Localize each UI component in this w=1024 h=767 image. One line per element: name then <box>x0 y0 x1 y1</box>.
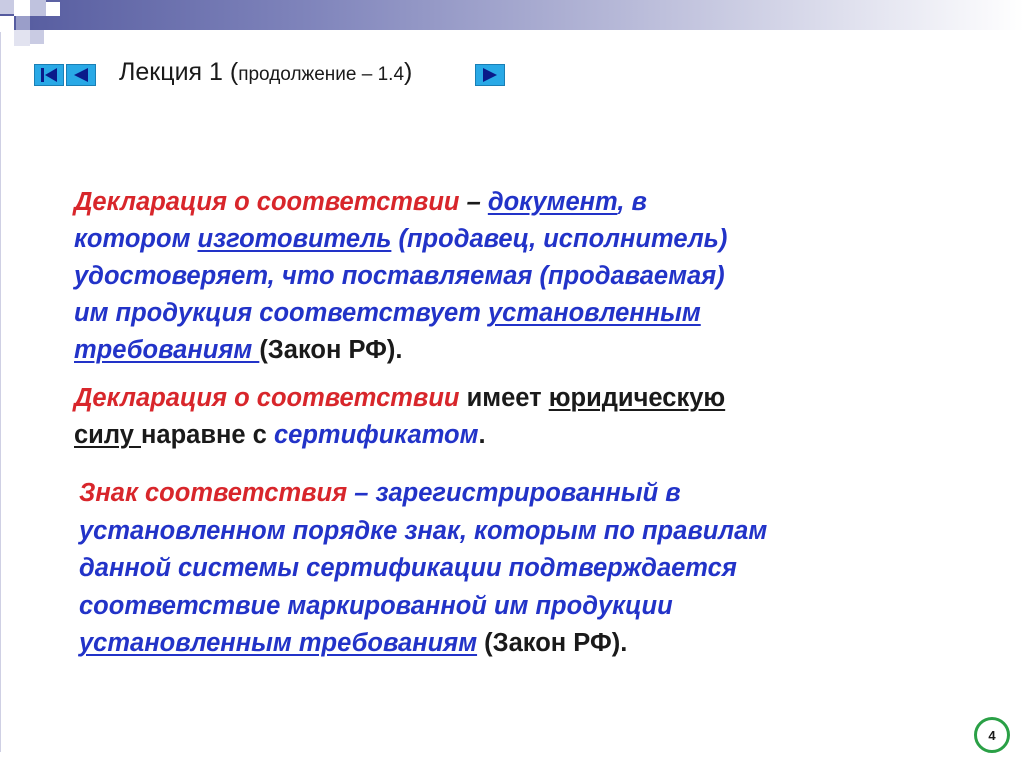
declaration-legal-force: Декларация о соответствии имеет юридичес… <box>74 380 725 454</box>
text-fragment: имеет <box>459 384 549 412</box>
text-line: им продукция соответствует установленным <box>74 295 727 332</box>
decor-square <box>14 30 30 46</box>
link-document[interactable]: документ <box>488 188 618 216</box>
text-fragment: , в <box>617 188 647 216</box>
decor-square <box>16 16 30 30</box>
text-line: Знак соответствия – зарегистрированный в <box>79 475 767 513</box>
triangle-right-icon <box>483 68 497 82</box>
link-legal[interactable]: юридическую <box>549 384 725 412</box>
nav-prev-button[interactable] <box>66 64 96 86</box>
nav-first-button[interactable] <box>34 64 64 86</box>
link-established[interactable]: установленным <box>488 299 701 327</box>
link-force[interactable]: силу <box>74 421 141 449</box>
declaration-definition: Декларация о соответствии – документ, в … <box>74 184 727 369</box>
text-line: установленным требованиям (Закон РФ). <box>79 625 767 663</box>
link-manufacturer[interactable]: изготовитель <box>198 225 392 253</box>
nav-next-button[interactable] <box>475 64 505 86</box>
title-close: ) <box>404 58 413 86</box>
skip-to-first-icon <box>41 68 57 82</box>
dash: – <box>459 188 488 216</box>
left-divider <box>0 32 1 752</box>
decor-square <box>0 16 14 30</box>
title-subtitle: продолжение – 1.4 <box>238 64 405 85</box>
decor-square <box>30 0 46 16</box>
header-band <box>0 0 1024 30</box>
term-declaration: Декларация о соответствии <box>74 188 460 216</box>
page-number-badge: 4 <box>974 717 1010 753</box>
decor-square <box>0 0 14 14</box>
text-line: требованиям (Закон РФ). <box>74 332 727 369</box>
law-reference: (Закон РФ). <box>259 336 403 364</box>
text-line: удостоверяет, что поставляемая (продавае… <box>74 262 725 290</box>
decor-square <box>30 30 44 44</box>
law-reference: (Закон РФ). <box>477 629 628 657</box>
text-fragment: наравне с <box>141 421 274 449</box>
title-main: Лекция 1 ( <box>119 58 239 86</box>
term-conformity-mark: Знак соответствия <box>79 479 348 507</box>
text-fragment: им продукция соответствует <box>74 299 488 327</box>
conformity-mark-definition: Знак соответствия – зарегистрированный в… <box>79 475 767 663</box>
decor-square <box>46 2 60 16</box>
text-fragment: котором <box>74 225 198 253</box>
text-line: Декларация о соответствии имеет юридичес… <box>74 380 725 417</box>
text-line: силу наравне с сертификатом. <box>74 417 725 454</box>
text-fragment: . <box>478 421 486 449</box>
text-fragment: – зарегистрированный в <box>347 479 681 507</box>
page-title: Лекция 1 (продолжение – 1.4) <box>119 58 412 87</box>
link-requirements[interactable]: требованиям <box>74 336 259 364</box>
text-fragment: (продавец, исполнитель) <box>391 225 728 253</box>
text-line: котором изготовитель (продавец, исполнит… <box>74 221 727 258</box>
text-line: данной системы сертификации подтверждает… <box>79 554 737 582</box>
term-declaration: Декларация о соответствии <box>74 384 460 412</box>
decor-square <box>14 0 30 16</box>
text-line: установленном порядке знак, которым по п… <box>79 516 768 545</box>
term-certificate: сертификатом <box>273 421 479 449</box>
text-line: Декларация о соответствии – документ, в <box>74 184 727 221</box>
page-number: 4 <box>988 727 996 743</box>
text-line: соответствие маркированной им продукции <box>79 591 673 620</box>
link-established-requirements[interactable]: установленным требованиям <box>79 629 477 657</box>
triangle-left-icon <box>74 68 88 82</box>
